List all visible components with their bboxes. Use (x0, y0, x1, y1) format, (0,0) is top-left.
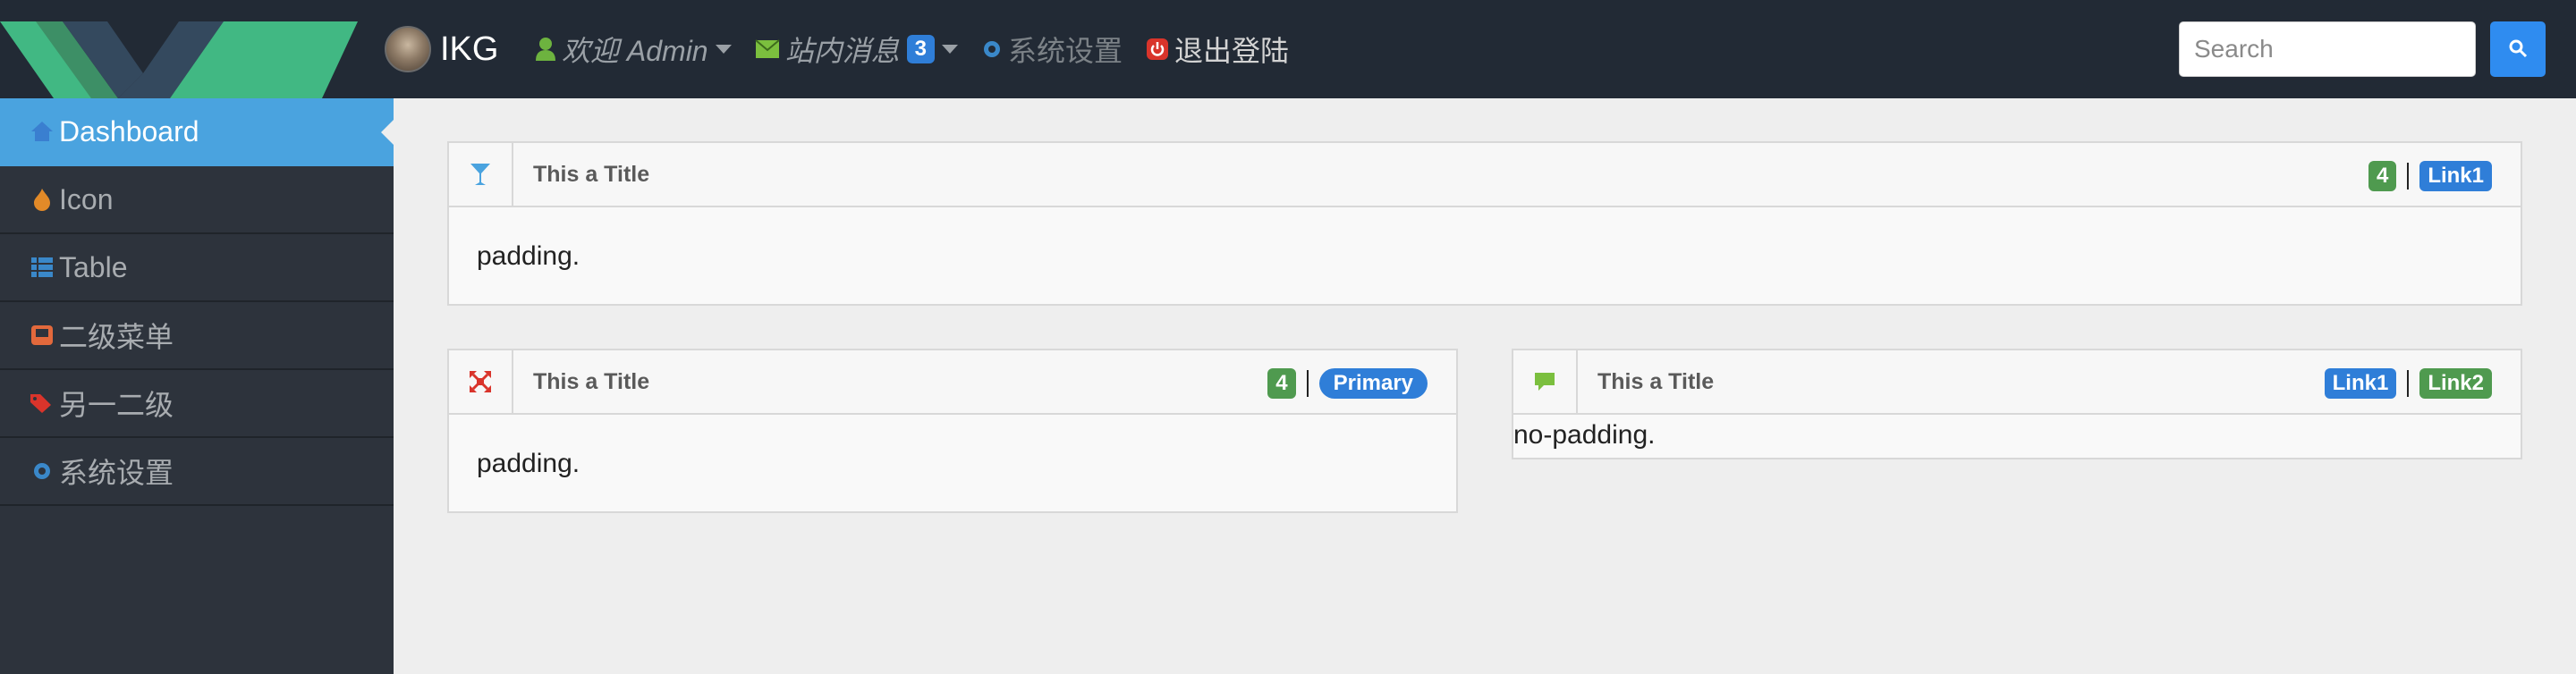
panel-tools: 4 Link1 (2368, 161, 2492, 191)
link1-badge[interactable]: Link1 (2324, 368, 2397, 399)
panel-header: This a Title 4 Link1 (449, 143, 2521, 207)
panel-tools: 4 Primary (1267, 368, 1428, 399)
brand[interactable]: IKG (385, 25, 498, 73)
panel-header: This a Title 4 Primary (449, 350, 1456, 415)
sidebar-item-label: 二级菜单 (59, 321, 174, 353)
link2-badge[interactable]: Link2 (2419, 368, 2492, 399)
caret-down-icon (941, 45, 958, 54)
cog-icon (29, 460, 55, 482)
primary-badge[interactable]: Primary (1318, 368, 1428, 399)
home-icon (29, 121, 55, 142)
top-navbar: IKG 欢迎 Admin 站内消息 3 系统设置 退出登陆 Search (0, 0, 2576, 98)
sidebar-item-dashboard[interactable]: Dashboard (0, 98, 394, 166)
sidebar-item-label: Icon (59, 182, 114, 215)
panel-title: This a Title (533, 161, 650, 187)
messages-label: 站内消息 (784, 35, 900, 67)
panel-no-padding: This a Title Link1 Link2 no-padding. (1512, 349, 2522, 459)
sidebar-item-settings[interactable]: 系统设置 (0, 438, 394, 506)
avatar (385, 26, 431, 72)
navbar-menu: 欢迎 Admin 站内消息 3 系统设置 退出登陆 (535, 27, 1312, 72)
messages-dropdown[interactable]: 站内消息 3 (754, 29, 958, 70)
cog-icon (981, 38, 1003, 60)
logout-link[interactable]: 退出登陆 (1146, 29, 1289, 70)
count-badge: 4 (1267, 368, 1296, 399)
tags-icon (29, 392, 55, 414)
panel-title: This a Title (533, 368, 650, 394)
messages-count-badge: 3 (906, 35, 935, 63)
comment-icon (1513, 350, 1578, 413)
panel-padding-wide: This a Title 4 Link1 padding. (447, 141, 2522, 306)
panel-body: padding. (477, 241, 580, 271)
panel-padding-left: This a Title 4 Primary padding. (447, 349, 1458, 513)
search-icon (2507, 38, 2529, 62)
logout-label: 退出登陆 (1174, 35, 1290, 67)
inbox-icon (29, 324, 55, 346)
link1-badge[interactable]: Link1 (2419, 161, 2492, 191)
panel-tools: Link1 Link2 (2324, 368, 2492, 399)
panel-body: no-padding. (1513, 420, 1656, 450)
sidebar-item-icon[interactable]: Icon (0, 166, 394, 234)
glass-icon (449, 143, 513, 206)
logo-icon (0, 21, 358, 98)
welcome-label: 欢迎 Admin (562, 35, 708, 67)
fullscreen-icon (449, 350, 513, 413)
divider (1306, 370, 1309, 397)
sidebar-item-label: Table (59, 250, 128, 283)
divider (2407, 163, 2410, 190)
sidebar-item-label: Dashboard (59, 114, 199, 147)
caret-down-icon (715, 45, 732, 54)
sidebar-item-label: 另一二级 (59, 389, 174, 421)
sidebar-item-table[interactable]: Table (0, 234, 394, 302)
sidebar-item-submenu[interactable]: 二级菜单 (0, 302, 394, 370)
panel-body: padding. (477, 449, 580, 478)
th-list-icon (29, 257, 55, 277)
settings-label: 系统设置 (1007, 35, 1123, 67)
user-dropdown[interactable]: 欢迎 Admin (535, 29, 732, 70)
divider (2407, 370, 2410, 397)
sidebar: Dashboard Icon Table 二级菜单 另一二级 系统设置 (0, 98, 394, 674)
envelope-icon (754, 39, 780, 59)
user-icon (535, 37, 556, 62)
search-input[interactable] (2179, 21, 2476, 77)
panel-title: This a Title (1597, 368, 1715, 394)
search-button[interactable] (2490, 21, 2546, 77)
brand-title: IKG (440, 29, 499, 68)
sidebar-item-label: 系统设置 (59, 457, 174, 489)
settings-link[interactable]: 系统设置 (981, 29, 1123, 70)
sidebar-item-another-submenu[interactable]: 另一二级 (0, 370, 394, 438)
logout-icon (1146, 38, 1169, 61)
panel-header: This a Title Link1 Link2 (1513, 350, 2521, 415)
count-badge: 4 (2368, 161, 2397, 191)
vue-logo[interactable] (0, 0, 376, 98)
fire-icon (29, 188, 55, 211)
